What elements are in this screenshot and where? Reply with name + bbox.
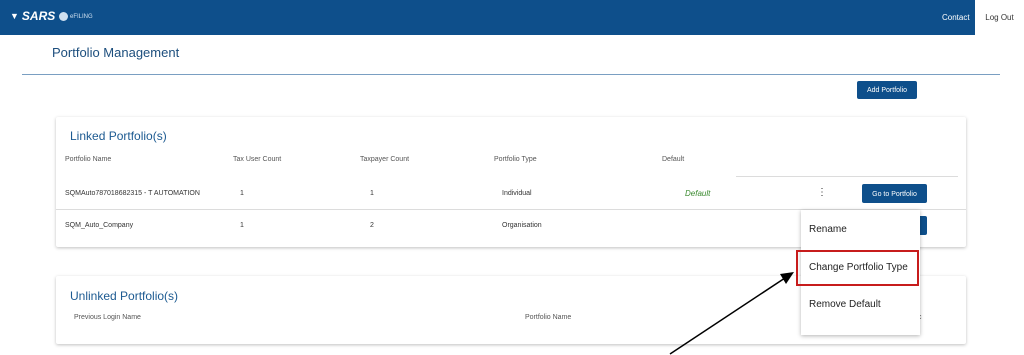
page-title: Portfolio Management [52,45,180,60]
efiling-logo-icon [59,12,68,21]
column-header-previous-login-name: Previous Login Name [74,314,141,321]
column-header-taxpayer-count: Taxpayer Count [360,156,410,163]
linked-portfolios-title: Linked Portfolio(s) [70,129,167,143]
row2-portfolio-name: SQM_Auto_Company [65,222,134,229]
sars-logo[interactable]: ▼ SARS [10,9,55,23]
row2-portfolio-type: Organisation [502,222,542,229]
row1-default-badge: Default [685,189,711,198]
row1-portfolio-type: Individual [502,190,532,197]
top-navigation-bar: ▼ SARS eFILING Contact Log Out [0,0,1024,35]
row2-tax-user-count: 1 [240,222,244,229]
row2-taxpayer-count: 2 [370,222,374,229]
annotation-arrow-icon [669,272,794,355]
header-underline [736,176,958,177]
row1-taxpayer-count: 1 [370,190,374,197]
column-header-portfolio-type: Portfolio Type [494,156,537,163]
contact-link[interactable]: Contact [934,9,978,31]
more-options-icon[interactable]: ⋮ [817,187,827,198]
go-to-portfolio-button[interactable]: Go to Portfolio [862,184,927,203]
column-header-unlinked-portfolio-name: Portfolio Name [525,314,572,321]
sars-logo-mark-icon: ▼ [10,11,19,21]
highlight-box [796,250,919,286]
unlinked-portfolios-title: Unlinked Portfolio(s) [70,289,179,303]
add-portfolio-button[interactable]: Add Portfolio [857,81,917,99]
sars-brand-text: SARS [21,9,56,23]
column-header-tax-user-count: Tax User Count [233,156,282,163]
menu-item-rename[interactable]: Rename [809,224,847,235]
column-header-default: Default [662,156,685,163]
column-header-portfolio-name: Portfolio Name [65,156,112,163]
row1-tax-user-count: 1 [240,190,244,197]
efiling-brand-text: eFILING [70,13,93,20]
title-divider [22,74,1000,75]
row1-portfolio-name: SQMAuto787018682315 - T AUTOMATION [65,190,200,197]
logout-button[interactable]: Log Out [975,0,1024,35]
menu-item-remove-default[interactable]: Remove Default [809,299,881,310]
efiling-logo: eFILING [59,12,93,21]
